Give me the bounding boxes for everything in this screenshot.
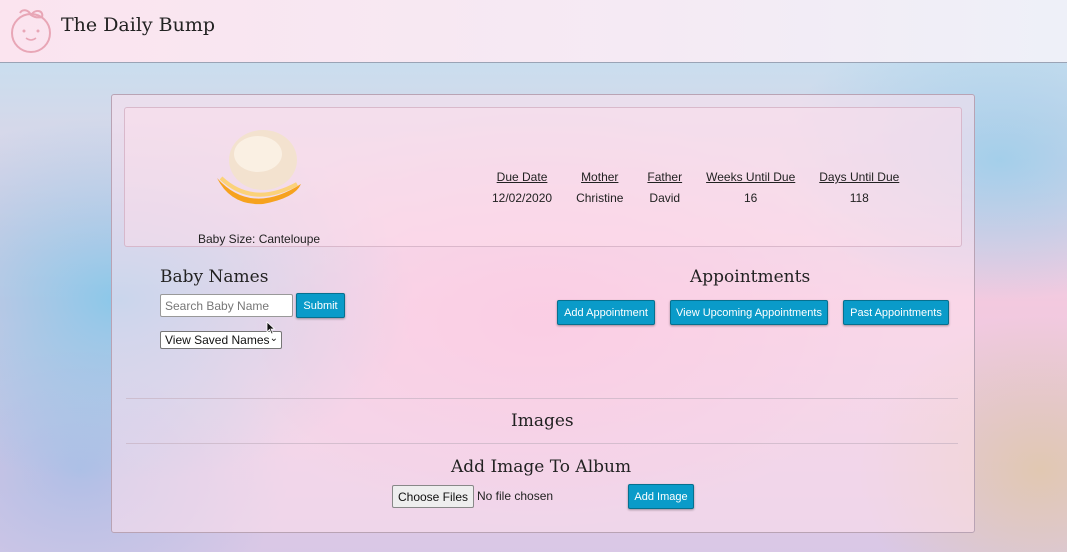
section-divider: [126, 398, 958, 399]
mother-value: Christine: [576, 191, 624, 205]
cantaloupe-image: [217, 130, 301, 205]
due-date-header: Due Date: [496, 170, 548, 184]
due-date-value: 12/02/2020: [492, 191, 553, 205]
add-image-button[interactable]: Add Image: [628, 484, 694, 509]
weeks-until-due-header: Weeks Until Due: [706, 170, 796, 184]
baby-names-heading: Baby Names: [160, 267, 269, 287]
mouse-cursor-icon: [266, 321, 276, 335]
no-file-chosen-text: No file chosen: [477, 489, 554, 503]
due-stats-table: Due Date Mother Father Weeks Until Due D…: [480, 170, 911, 205]
baby-size-label: Baby Size: Canteloupe: [198, 232, 321, 246]
view-saved-names-select[interactable]: View Saved Names ⌄: [160, 331, 282, 349]
add-image-to-album-heading: Add Image To Album: [451, 457, 632, 477]
past-appointments-button[interactable]: Past Appointments: [843, 300, 949, 325]
top-navbar: The Daily Bump: [0, 0, 1067, 63]
stats-value-row: 12/02/2020 Christine David 16 118: [480, 191, 911, 205]
submit-button[interactable]: Submit: [296, 293, 345, 318]
search-baby-name-input[interactable]: [160, 294, 293, 317]
view-upcoming-appointments-button[interactable]: View Upcoming Appointments: [670, 300, 828, 325]
stats-header-row: Due Date Mother Father Weeks Until Due D…: [480, 170, 911, 191]
main-card: Baby Size: Canteloupe Due Date Mother Fa…: [111, 94, 975, 533]
days-until-due-header: Days Until Due: [819, 170, 900, 184]
weeks-until-due-value: 16: [744, 191, 758, 205]
peach-logo-icon[interactable]: [8, 5, 54, 55]
section-divider: [126, 443, 958, 444]
appointments-heading: Appointments: [690, 267, 811, 287]
father-value: David: [649, 191, 681, 205]
mother-header: Mother: [581, 170, 619, 184]
father-header: Father: [647, 170, 683, 184]
pregnancy-info-panel: Baby Size: Canteloupe Due Date Mother Fa…: [124, 107, 962, 247]
view-saved-names-value: View Saved Names: [165, 333, 270, 347]
choose-files-button[interactable]: Choose Files: [392, 485, 474, 508]
add-appointment-button[interactable]: Add Appointment: [557, 300, 655, 325]
brand-title[interactable]: The Daily Bump: [61, 14, 215, 36]
days-until-due-value: 118: [849, 191, 869, 205]
images-heading: Images: [511, 411, 574, 431]
